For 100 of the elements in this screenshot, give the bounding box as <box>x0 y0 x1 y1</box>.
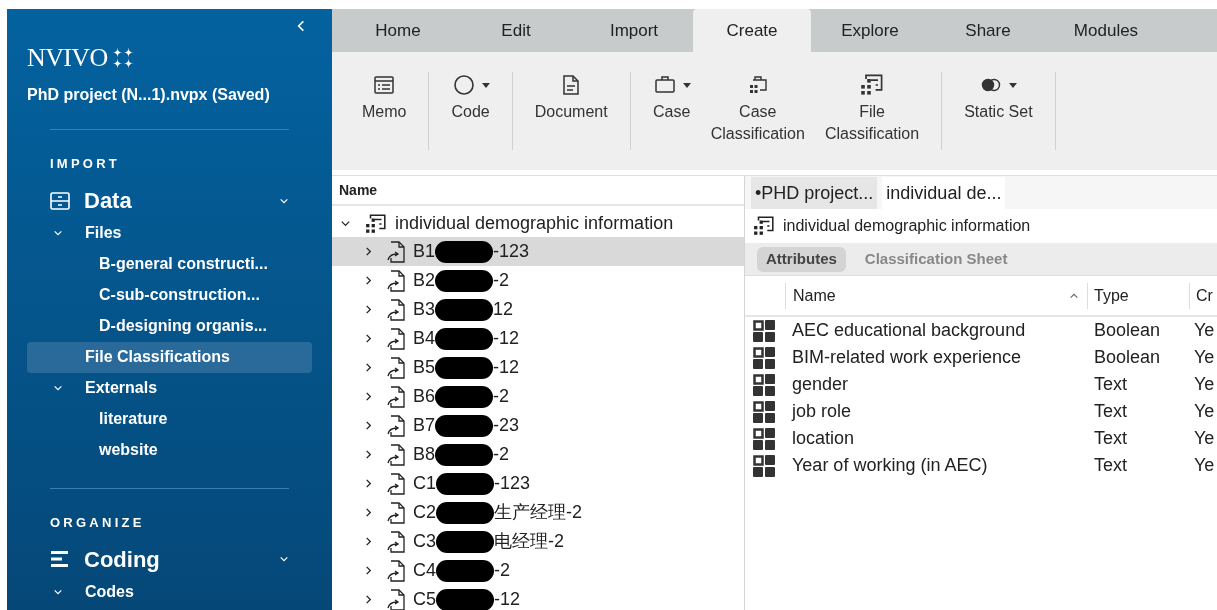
column-header[interactable]: Name <box>332 176 744 206</box>
ribbon-tab[interactable]: Modules <box>1047 9 1165 52</box>
redaction-mark <box>435 414 494 437</box>
ribbon-tab[interactable]: Import <box>575 9 693 52</box>
tree-row[interactable]: B6 -2 <box>332 382 744 411</box>
chevron-icon[interactable] <box>363 362 374 373</box>
caret-icon <box>481 82 490 88</box>
ribbon-button[interactable]: Static Set <box>954 71 1043 151</box>
table-cell-text: location <box>791 427 856 450</box>
chevron-icon[interactable] <box>340 218 351 229</box>
tree-row[interactable]: B2 -2 <box>332 266 744 295</box>
ribbon-button[interactable]: Memo <box>352 71 417 151</box>
file-name: B1 <box>413 240 436 263</box>
ribbon-tab[interactable]: Edit <box>457 9 575 52</box>
table-cell-text: Ye <box>1193 319 1215 342</box>
sidebar-item[interactable]: website <box>27 434 312 466</box>
chevron-icon[interactable] <box>363 449 374 460</box>
ribbon-button[interactable]: Case <box>642 71 701 151</box>
linked-file-icon <box>387 472 405 495</box>
file-name: C5 <box>413 588 436 610</box>
chevron-icon[interactable] <box>363 304 374 315</box>
chevron-icon[interactable] <box>363 536 374 547</box>
file-name: B2 <box>413 269 436 292</box>
column-header[interactable]: Name <box>785 283 1087 309</box>
chevron-icon[interactable] <box>363 507 374 518</box>
chevron-icon[interactable] <box>363 246 374 257</box>
attribute-icon <box>752 319 775 342</box>
column-header[interactable]: Type <box>1087 283 1189 309</box>
tree-row[interactable]: C2 生产经理-2 <box>332 498 744 527</box>
logo-text: NVIVO <box>27 45 108 71</box>
tree-row[interactable]: B8 -2 <box>332 440 744 469</box>
tree-row[interactable]: C5 -12 <box>332 585 744 610</box>
tree-row[interactable]: B1 -123 <box>332 237 744 266</box>
tree-row[interactable]: B7 -23 <box>332 411 744 440</box>
attribute-row[interactable]: BIM-related work experience Boolean Ye <box>745 344 1217 371</box>
attribute-row[interactable]: Year of working (in AEC) Text Ye <box>745 452 1217 479</box>
sidebar-item[interactable]: File Classifications <box>27 341 312 373</box>
classification-icon <box>860 73 884 97</box>
sidebar-group[interactable]: Coding <box>50 546 289 572</box>
sidebar-item[interactable]: Codes <box>27 576 312 607</box>
sidebar-item[interactable]: literature <box>27 403 312 435</box>
attribute-row[interactable]: job role Text Ye <box>745 398 1217 425</box>
sidebar-item[interactable]: Files <box>27 217 312 249</box>
chevron-icon[interactable] <box>53 383 63 393</box>
tree-row[interactable]: C1 -123 <box>332 469 744 498</box>
tree-row[interactable]: B4 -12 <box>332 324 744 353</box>
attribute-row[interactable]: location Text Ye <box>745 425 1217 452</box>
sidebar-item[interactable]: C-sub-construction... <box>27 279 312 311</box>
ribbon-tab[interactable]: Share <box>929 9 1047 52</box>
table-cell-text: BIM-related work experience <box>791 346 1023 369</box>
redaction-mark <box>435 327 494 350</box>
linked-file-icon <box>387 269 405 292</box>
file-name: C3 <box>413 530 436 553</box>
ribbon-tab[interactable]: Create <box>693 9 811 52</box>
document-tab[interactable]: •PHD project... <box>751 177 878 209</box>
linked-file-icon <box>387 559 405 582</box>
chevron-icon[interactable] <box>53 228 63 238</box>
tree-row[interactable]: C3 电经理-2 <box>332 527 744 556</box>
redaction-mark <box>435 385 494 408</box>
file-name: -12 <box>493 356 520 379</box>
file-name: -123 <box>494 472 531 495</box>
sidebar-group[interactable]: Data <box>50 187 289 214</box>
attribute-icon <box>752 400 775 423</box>
tree-row[interactable]: C4 -2 <box>332 556 744 585</box>
tree-row[interactable]: B5 -12 <box>332 353 744 382</box>
redaction-mark <box>436 559 494 582</box>
table-cell-text: Year of working (in AEC) <box>791 454 989 477</box>
ribbon-button[interactable]: Document <box>524 71 618 151</box>
ribbon-button[interactable]: Code <box>441 71 500 151</box>
table-cell-text: job role <box>790 400 853 423</box>
chevron-icon[interactable] <box>363 420 374 431</box>
ribbon-button[interactable]: Case Classification <box>700 71 815 151</box>
view-tab[interactable]: Attributes <box>757 246 846 272</box>
chevron-icon[interactable] <box>279 554 289 564</box>
chevron-icon[interactable] <box>363 565 374 576</box>
table-cell-text: Ye <box>1193 346 1215 369</box>
column-header[interactable]: Cr <box>1189 283 1217 309</box>
attribute-row[interactable]: AEC educational background Boolean Ye <box>745 317 1217 344</box>
redaction-mark <box>435 356 494 379</box>
table-cell-text: Ye <box>1193 427 1215 450</box>
attribute-row[interactable]: gender Text Ye <box>745 371 1217 398</box>
file-name: C1 <box>413 472 436 495</box>
chevron-icon[interactable] <box>363 275 374 286</box>
sidebar-item[interactable]: B-general constructi... <box>27 248 312 280</box>
ribbon-button[interactable]: File Classification <box>814 71 930 151</box>
tree-item[interactable]: individual demographic information <box>395 210 674 237</box>
ribbon-tab[interactable]: Home <box>339 9 457 52</box>
chevron-icon[interactable] <box>363 391 374 402</box>
ribbon-tab[interactable]: Explore <box>811 9 929 52</box>
linked-file-icon <box>387 327 405 350</box>
chevron-icon[interactable] <box>363 594 374 605</box>
file-name: B8 <box>413 443 436 466</box>
tree-row[interactable]: B3 12 <box>332 295 744 324</box>
sidebar-item[interactable]: D-designing organis... <box>27 310 312 342</box>
chevron-icon[interactable] <box>363 478 374 489</box>
chevron-icon[interactable] <box>363 333 374 344</box>
caret-icon <box>1009 82 1018 88</box>
sidebar-item[interactable]: Externals <box>27 372 312 404</box>
document-tab[interactable]: individual de... <box>882 177 1006 209</box>
linked-file-icon <box>387 385 405 408</box>
